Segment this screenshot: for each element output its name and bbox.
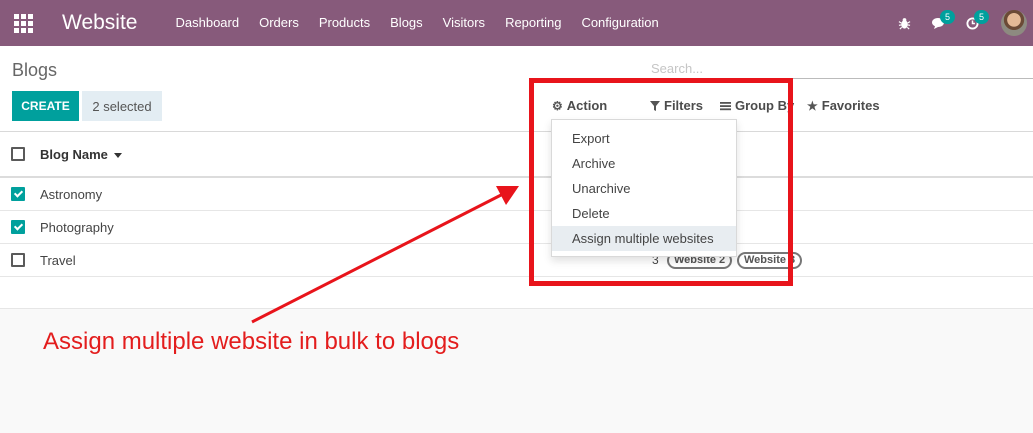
annotation-arrow-icon	[251, 186, 519, 324]
annotation-caption: Assign multiple website in bulk to blogs	[43, 328, 460, 355]
